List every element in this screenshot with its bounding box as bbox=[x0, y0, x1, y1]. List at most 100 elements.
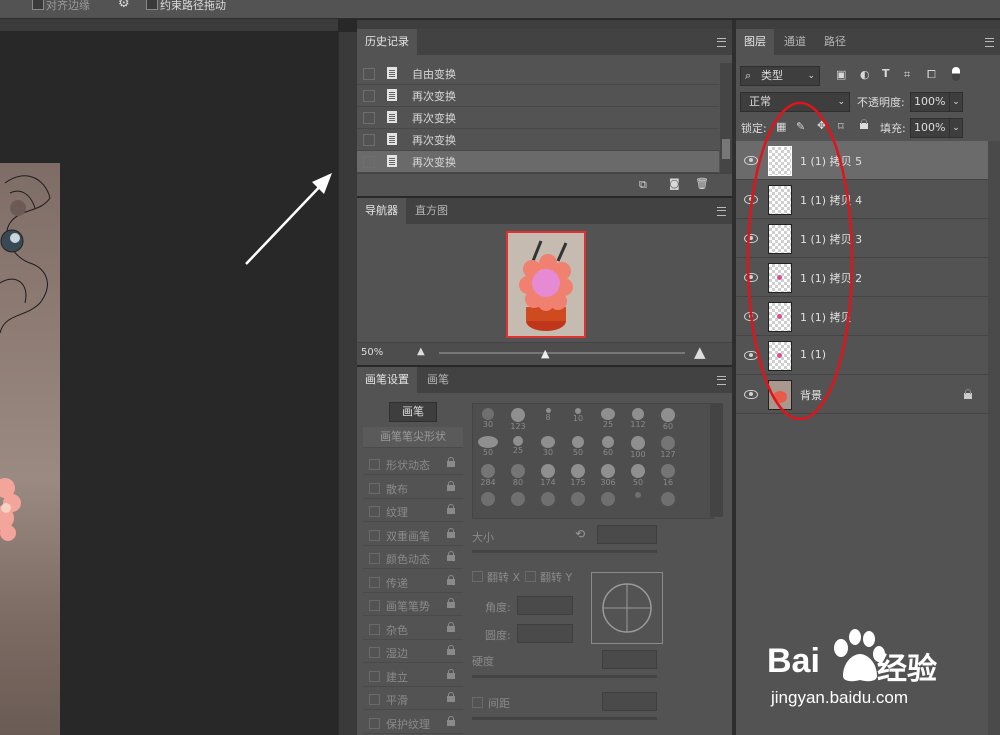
spacing-slider[interactable] bbox=[472, 717, 657, 720]
roundness-field[interactable] bbox=[517, 624, 573, 643]
history-collapse-strip[interactable] bbox=[357, 20, 732, 29]
fill-field[interactable]: 100% bbox=[910, 118, 950, 138]
brush-tip[interactable]: 10 bbox=[565, 406, 591, 430]
tab-brush[interactable]: 画笔 bbox=[419, 367, 457, 393]
option-checkbox[interactable] bbox=[369, 459, 380, 470]
filter-smart-object-icon[interactable]: ⧠ bbox=[927, 68, 936, 82]
angle-roundness-preview[interactable] bbox=[591, 572, 663, 644]
opacity-dropdown-icon[interactable]: ⌄ bbox=[949, 92, 963, 112]
spacing-field[interactable] bbox=[602, 692, 657, 711]
brush-option-item[interactable]: 画笔笔势 bbox=[363, 594, 463, 616]
tab-navigator[interactable]: 导航器 bbox=[357, 198, 406, 224]
zoom-level[interactable]: 50% bbox=[361, 347, 383, 358]
lock-icon[interactable] bbox=[447, 504, 455, 514]
brush-option-item[interactable]: 形状动态 bbox=[363, 453, 463, 475]
brush-tip[interactable] bbox=[535, 490, 561, 514]
new-document-from-state-icon[interactable]: ⧉ bbox=[639, 178, 647, 192]
brush-preset-button[interactable]: 画笔 bbox=[389, 402, 437, 422]
align-edges-checkbox[interactable] bbox=[32, 0, 44, 10]
brush-tip[interactable]: 60 bbox=[655, 406, 681, 431]
filter-type-icon[interactable]: T bbox=[882, 67, 890, 80]
lock-icon[interactable] bbox=[447, 575, 455, 585]
tab-layers[interactable]: 图层 bbox=[736, 29, 774, 55]
history-item-selected[interactable]: 再次变换 bbox=[357, 151, 719, 173]
brush-option-item[interactable]: 建立 bbox=[363, 665, 463, 687]
brush-tip[interactable] bbox=[505, 490, 531, 514]
brush-tip[interactable] bbox=[475, 490, 501, 514]
lock-icon[interactable] bbox=[447, 645, 455, 655]
brush-tip[interactable]: 30 bbox=[475, 406, 501, 430]
layers-menu-icon[interactable] bbox=[985, 38, 994, 47]
lock-icon[interactable] bbox=[447, 528, 455, 538]
option-checkbox[interactable] bbox=[369, 671, 380, 682]
brush-option-item[interactable]: 湿边 bbox=[363, 641, 463, 663]
option-checkbox[interactable] bbox=[369, 624, 380, 635]
brush-tip[interactable]: 123 bbox=[505, 406, 531, 431]
history-checkbox[interactable] bbox=[363, 156, 375, 168]
flip-x-checkbox[interactable] bbox=[472, 571, 483, 582]
brush-tip[interactable]: 16 bbox=[655, 462, 681, 487]
reset-size-icon[interactable]: ⟲ bbox=[575, 527, 585, 541]
brush-tip[interactable]: 50 bbox=[565, 434, 591, 458]
hardness-field[interactable] bbox=[602, 650, 657, 669]
lock-icon[interactable] bbox=[447, 622, 455, 632]
filter-toggle-icon[interactable] bbox=[952, 67, 960, 81]
brush-tip[interactable]: 100 bbox=[625, 434, 651, 459]
tab-histogram[interactable]: 直方图 bbox=[407, 198, 456, 224]
lock-icon[interactable] bbox=[447, 481, 455, 491]
option-checkbox[interactable] bbox=[369, 483, 380, 494]
option-checkbox[interactable] bbox=[369, 647, 380, 658]
fill-dropdown-icon[interactable]: ⌄ bbox=[949, 118, 963, 138]
brush-tip[interactable]: 174 bbox=[535, 462, 561, 487]
size-field[interactable] bbox=[597, 525, 657, 544]
option-checkbox[interactable] bbox=[369, 718, 380, 729]
brush-tip[interactable]: 284 bbox=[475, 462, 501, 487]
brush-tip[interactable] bbox=[565, 490, 591, 514]
brush-tip[interactable]: 25 bbox=[505, 434, 531, 458]
option-checkbox[interactable] bbox=[369, 553, 380, 564]
history-scroll-thumb[interactable] bbox=[722, 139, 730, 159]
brush-option-item[interactable]: 纹理 bbox=[363, 500, 463, 522]
brush-tip[interactable]: 30 bbox=[535, 434, 561, 458]
hardness-slider[interactable] bbox=[472, 675, 657, 678]
constrain-path-checkbox[interactable] bbox=[146, 0, 158, 10]
trash-icon[interactable]: 🗑 bbox=[695, 177, 709, 190]
layers-collapse-strip[interactable] bbox=[736, 20, 1000, 29]
brush-tip-scrollbar[interactable] bbox=[710, 403, 723, 517]
history-item[interactable]: 再次变换 bbox=[357, 85, 719, 107]
camera-icon[interactable]: ◙ bbox=[669, 177, 680, 190]
tab-brush-settings[interactable]: 画笔设置 bbox=[357, 367, 417, 393]
brush-tip[interactable]: 175 bbox=[565, 462, 591, 487]
brush-menu-icon[interactable] bbox=[717, 376, 726, 385]
zoom-slider-handle[interactable]: ▲ bbox=[541, 347, 549, 360]
brush-option-item[interactable]: 传递 bbox=[363, 571, 463, 593]
layer-filter-kind[interactable]: ⌕ 类型 ⌄ bbox=[740, 66, 820, 86]
history-item[interactable]: 再次变换 bbox=[357, 107, 719, 129]
brush-tip[interactable]: 80 bbox=[505, 462, 531, 487]
brush-tip[interactable]: 50 bbox=[475, 434, 501, 458]
brush-option-item[interactable]: 双重画笔 bbox=[363, 524, 463, 546]
flip-y-checkbox[interactable] bbox=[525, 571, 536, 582]
lock-all-icon[interactable] bbox=[860, 119, 868, 129]
history-checkbox[interactable] bbox=[363, 68, 375, 80]
brush-tip[interactable] bbox=[595, 490, 621, 514]
option-checkbox[interactable] bbox=[369, 577, 380, 588]
filter-pixel-icon[interactable]: ▣ bbox=[836, 68, 846, 81]
tab-history[interactable]: 历史记录 bbox=[357, 29, 417, 55]
brush-tip[interactable] bbox=[625, 490, 651, 514]
zoom-slider[interactable] bbox=[439, 352, 685, 354]
lock-icon[interactable] bbox=[447, 692, 455, 702]
brush-option-item[interactable]: 颜色动态 bbox=[363, 547, 463, 569]
spacing-checkbox[interactable] bbox=[472, 697, 483, 708]
zoom-in-icon[interactable]: ▲ bbox=[694, 343, 706, 361]
size-slider[interactable] bbox=[472, 550, 657, 553]
brush-tip[interactable]: 50 bbox=[625, 462, 651, 487]
history-scrollbar[interactable] bbox=[720, 63, 732, 173]
brush-tip[interactable]: 60 bbox=[595, 434, 621, 458]
option-checkbox[interactable] bbox=[369, 600, 380, 611]
brush-tip-shape[interactable]: 画笔笔尖形状 bbox=[363, 427, 463, 448]
history-item[interactable]: 自由变换 bbox=[357, 63, 719, 85]
history-checkbox[interactable] bbox=[363, 90, 375, 102]
lock-icon[interactable] bbox=[447, 669, 455, 679]
zoom-out-icon[interactable]: ▲ bbox=[417, 346, 425, 357]
